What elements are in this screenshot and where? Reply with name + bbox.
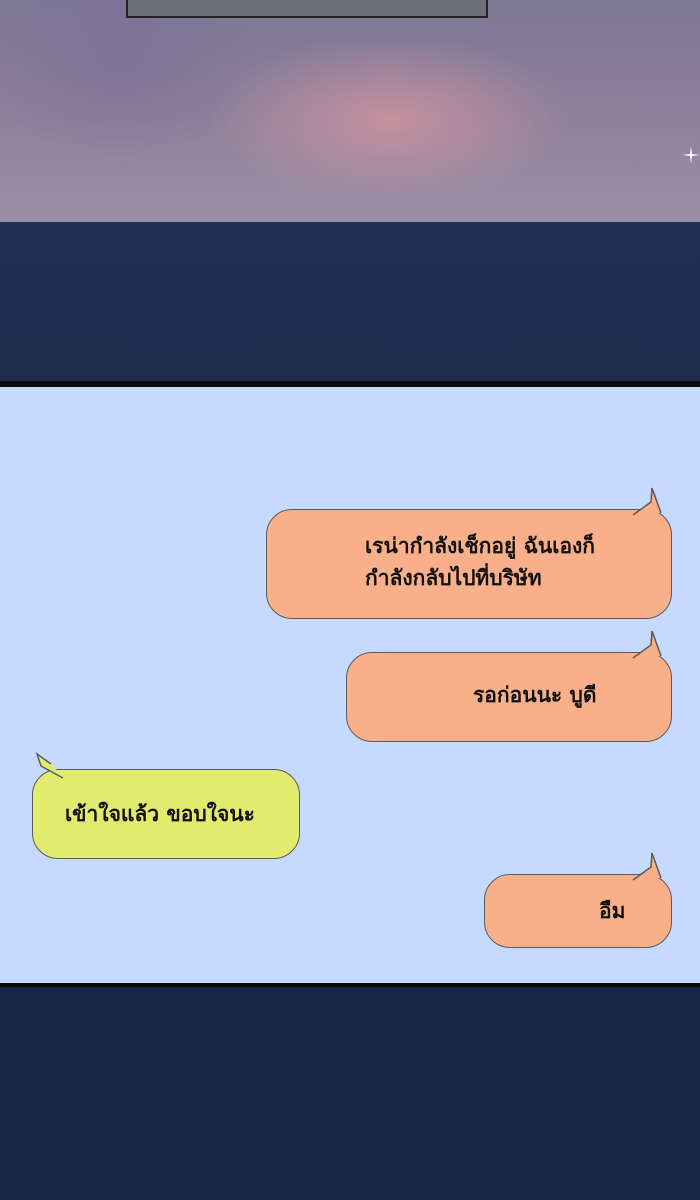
bubble-tail: [632, 852, 662, 881]
bubble-tail: [632, 630, 662, 659]
message-text: เข้าใจแล้ว ขอบใจนะ: [65, 802, 255, 826]
panel-gutter-bottom: [0, 987, 700, 1200]
phone-edge-illustration: [126, 0, 488, 18]
message-text: กำลังกลับไปที่บริษัท: [365, 566, 542, 590]
chat-bubble-outgoing: เรน่ากำลังเช็กอยู่ ฉันเองก็ กำลังกลับไปท…: [266, 487, 672, 619]
panel-gutter-top: [0, 222, 700, 382]
bubble-tail: [632, 487, 662, 516]
sparkle-icon: [682, 146, 700, 164]
message-text: เรน่ากำลังเช็กอยู่ ฉันเองก็: [365, 534, 596, 558]
chat-bubble-incoming: เข้าใจแล้ว ขอบใจนะ: [32, 752, 300, 859]
bubble-tail: [35, 752, 64, 779]
top-image-panel: [0, 0, 700, 222]
chat-bubble-outgoing: รอก่อนนะ บูดี: [346, 630, 672, 742]
message-text: อืม: [599, 899, 626, 923]
chat-panel: เรน่ากำลังเช็กอยู่ ฉันเองก็ กำลังกลับไปท…: [0, 381, 700, 987]
chat-bubble-outgoing: อืม: [484, 852, 672, 948]
message-text: รอก่อนนะ บูดี: [473, 683, 597, 707]
